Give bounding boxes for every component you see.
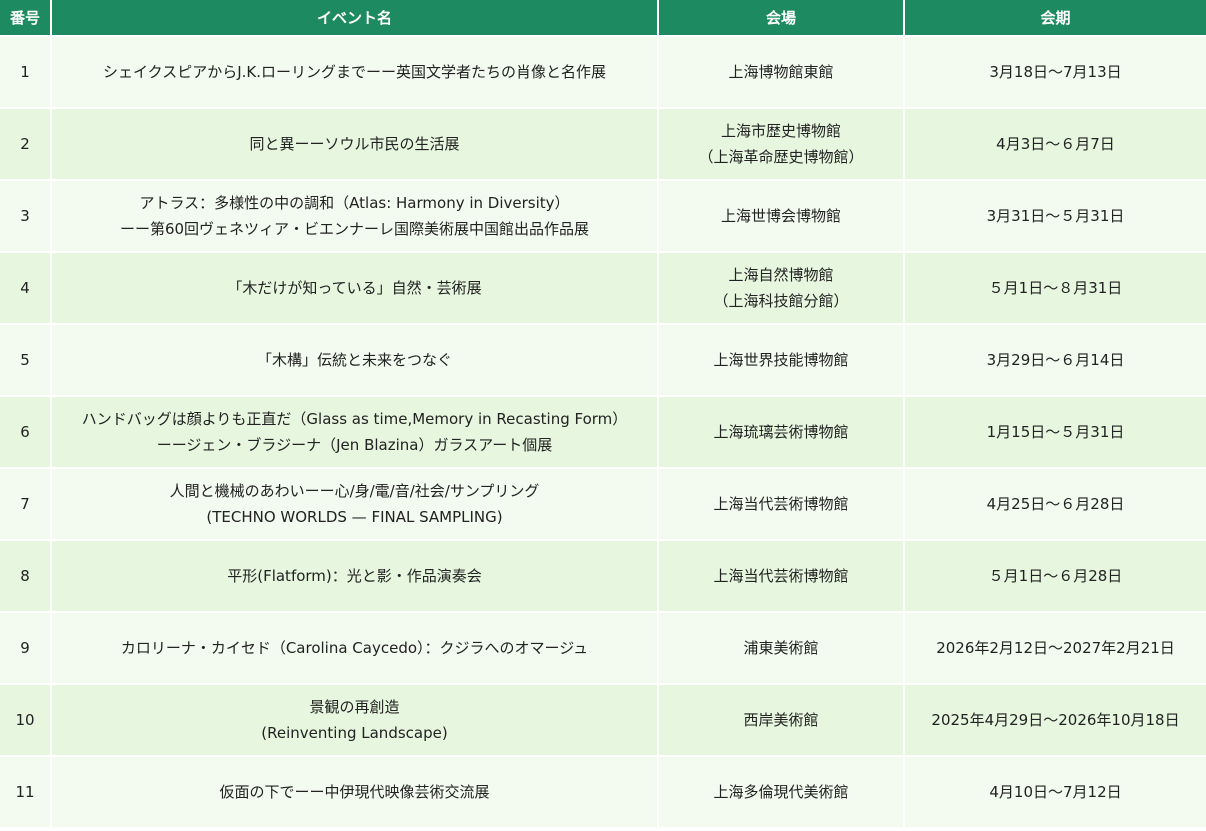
table-row: 6 ハンドバッグは顔よりも正直だ（Glass as time,Memory in…	[0, 397, 1206, 467]
venue-line: 上海博物館東館	[728, 63, 834, 81]
event-name-line: カロリーナ・カイセド（Carolina Caycedo）：クジラへのオマージュ	[120, 639, 589, 657]
venue: 上海多倫現代美術館	[659, 757, 903, 827]
event-name-line: ーー第60回ヴェネツィア・ビエンナーレ国際美術展中国館出品作品展	[119, 220, 590, 238]
event-name: 「木構」伝統と未来をつなぐ	[52, 325, 657, 395]
period: 2025年4月29日～2026年10月18日	[905, 685, 1206, 755]
row-number: 5	[0, 325, 50, 395]
table-row: 2 同と異ーーソウル市民の生活展 上海市歴史博物館 （上海革命歴史博物館） 4月…	[0, 109, 1206, 179]
venue-line: （上海科技館分館）	[713, 292, 849, 310]
venue: 西岸美術館	[659, 685, 903, 755]
table-row: 9 カロリーナ・カイセド（Carolina Caycedo）：クジラへのオマージ…	[0, 613, 1206, 683]
event-name-line: 平形(Flatform)：光と影・作品演奏会	[227, 567, 482, 585]
table-header: 番号 イベント名 会場 会期	[0, 0, 1206, 35]
period: 1月15日～５月31日	[905, 397, 1206, 467]
table-row: 4 「木だけが知っている」自然・芸術展 上海自然博物館 （上海科技館分館） ５月…	[0, 253, 1206, 323]
row-number: 10	[0, 685, 50, 755]
table-row: 7 人間と機械のあわいーー心/身/電/音/社会/サンプリング (TECHNO W…	[0, 469, 1206, 539]
event-name-line: ハンドバッグは顔よりも正直だ（Glass as time,Memory in R…	[81, 410, 628, 428]
period: 3月29日～６月14日	[905, 325, 1206, 395]
period: ５月1日～６月28日	[905, 541, 1206, 611]
event-name-line: 同と異ーーソウル市民の生活展	[249, 135, 460, 153]
venue-line: 上海世界技能博物館	[713, 351, 849, 369]
venue-line: （上海革命歴史博物館）	[698, 148, 864, 166]
row-number: 7	[0, 469, 50, 539]
venue: 上海市歴史博物館 （上海革命歴史博物館）	[659, 109, 903, 179]
header-period: 会期	[905, 0, 1206, 35]
event-name: 同と異ーーソウル市民の生活展	[52, 109, 657, 179]
event-name-line: 「木だけが知っている」自然・芸術展	[227, 279, 482, 297]
event-name-line: (TECHNO WORLDS — FINAL SAMPLING)	[206, 508, 503, 526]
event-name: シェイクスピアからJ.K.ローリングまでーー英国文学者たちの肖像と名作展	[52, 37, 657, 107]
row-number: 3	[0, 181, 50, 251]
row-number: 2	[0, 109, 50, 179]
event-name: 景観の再創造 (Reinventing Landscape)	[52, 685, 657, 755]
venue: 浦東美術館	[659, 613, 903, 683]
row-number: 9	[0, 613, 50, 683]
venue-line: 西岸美術館	[743, 711, 819, 729]
event-name-line: 人間と機械のあわいーー心/身/電/音/社会/サンプリング	[169, 482, 540, 500]
event-name-line: シェイクスピアからJ.K.ローリングまでーー英国文学者たちの肖像と名作展	[102, 63, 607, 81]
event-name: 平形(Flatform)：光と影・作品演奏会	[52, 541, 657, 611]
event-name: アトラス：多様性の中の調和（Atlas: Harmony in Diversit…	[52, 181, 657, 251]
event-name: 仮面の下でーー中伊現代映像芸術交流展	[52, 757, 657, 827]
table-row: 5 「木構」伝統と未来をつなぐ 上海世界技能博物館 3月29日～６月14日	[0, 325, 1206, 395]
event-name-line: ーージェン・ブラジーナ（Jen Blazina）ガラスアート個展	[156, 436, 553, 454]
venue: 上海自然博物館 （上海科技館分館）	[659, 253, 903, 323]
period: 4月10日～7月12日	[905, 757, 1206, 827]
venue-line: 上海市歴史博物館	[720, 122, 841, 140]
venue: 上海博物館東館	[659, 37, 903, 107]
period: 3月31日～５月31日	[905, 181, 1206, 251]
event-name: 「木だけが知っている」自然・芸術展	[52, 253, 657, 323]
event-name-line: 仮面の下でーー中伊現代映像芸術交流展	[219, 783, 490, 801]
header-row: 番号 イベント名 会場 会期	[0, 0, 1206, 35]
row-number: 6	[0, 397, 50, 467]
table-row: 3 アトラス：多様性の中の調和（Atlas: Harmony in Divers…	[0, 181, 1206, 251]
row-number: 4	[0, 253, 50, 323]
venue: 上海当代芸術博物館	[659, 469, 903, 539]
venue-line: 上海当代芸術博物館	[713, 495, 849, 513]
event-name-line: 景観の再創造	[309, 698, 400, 716]
venue: 上海当代芸術博物館	[659, 541, 903, 611]
table-row: 1 シェイクスピアからJ.K.ローリングまでーー英国文学者たちの肖像と名作展 上…	[0, 37, 1206, 107]
table-row: 10 景観の再創造 (Reinventing Landscape) 西岸美術館 …	[0, 685, 1206, 755]
event-name-line: 「木構」伝統と未来をつなぐ	[256, 351, 452, 369]
row-number: 11	[0, 757, 50, 827]
row-number: 8	[0, 541, 50, 611]
period: 3月18日～7月13日	[905, 37, 1206, 107]
row-number: 1	[0, 37, 50, 107]
venue-line: 上海琉璃芸術博物館	[713, 423, 849, 441]
event-name: カロリーナ・カイセド（Carolina Caycedo）：クジラへのオマージュ	[52, 613, 657, 683]
period: 4月25日～６月28日	[905, 469, 1206, 539]
header-event-name: イベント名	[52, 0, 657, 35]
header-number: 番号	[0, 0, 50, 35]
event-name: ハンドバッグは顔よりも正直だ（Glass as time,Memory in R…	[52, 397, 657, 467]
venue-line: 上海当代芸術博物館	[713, 567, 849, 585]
period: 2026年2月12日～2027年2月21日	[905, 613, 1206, 683]
header-venue: 会場	[659, 0, 903, 35]
table-row: 11 仮面の下でーー中伊現代映像芸術交流展 上海多倫現代美術館 4月10日～7月…	[0, 757, 1206, 827]
event-name: 人間と機械のあわいーー心/身/電/音/社会/サンプリング (TECHNO WOR…	[52, 469, 657, 539]
event-name-line: アトラス：多様性の中の調和（Atlas: Harmony in Diversit…	[139, 194, 570, 212]
table-row: 8 平形(Flatform)：光と影・作品演奏会 上海当代芸術博物館 ５月1日～…	[0, 541, 1206, 611]
event-name-line: (Reinventing Landscape)	[261, 724, 448, 742]
venue: 上海琉璃芸術博物館	[659, 397, 903, 467]
table-body: 1 シェイクスピアからJ.K.ローリングまでーー英国文学者たちの肖像と名作展 上…	[0, 37, 1206, 827]
venue-line: 上海自然博物館	[728, 266, 834, 284]
period: 4月3日～６月7日	[905, 109, 1206, 179]
period: ５月1日～８月31日	[905, 253, 1206, 323]
venue-line: 上海世博会博物館	[720, 207, 841, 225]
venue: 上海世博会博物館	[659, 181, 903, 251]
venue: 上海世界技能博物館	[659, 325, 903, 395]
venue-line: 浦東美術館	[743, 639, 819, 657]
venue-line: 上海多倫現代美術館	[713, 783, 849, 801]
exhibition-table: 番号 イベント名 会場 会期 1 シェイクスピアからJ.K.ローリングまでーー英…	[0, 0, 1206, 829]
